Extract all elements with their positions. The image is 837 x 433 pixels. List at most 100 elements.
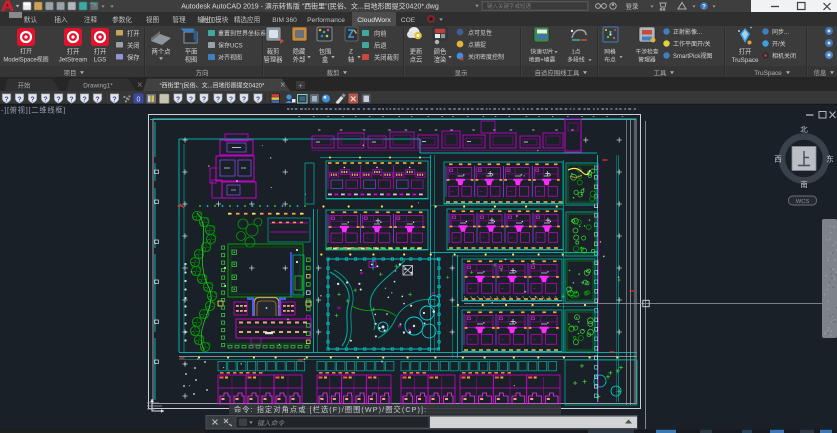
- svg-text:保存UCS: 保存UCS: [218, 42, 243, 50]
- svg-text:快速切片: 快速切片: [530, 48, 553, 56]
- svg-text:布点: 布点: [604, 56, 616, 64]
- svg-text:Z: Z: [349, 49, 353, 56]
- svg-text:?: ?: [216, 96, 220, 103]
- svg-text:打开: 打开: [739, 47, 752, 56]
- svg-text:打开: 打开: [20, 48, 32, 56]
- svg-text:SmartPick视图: SmartPick视图: [673, 52, 712, 60]
- svg-text:网格: 网格: [604, 48, 616, 56]
- svg-text:向前: 向前: [374, 29, 387, 38]
- svg-text:方向: 方向: [196, 68, 209, 77]
- svg-text:北: 北: [800, 125, 808, 134]
- svg-text:点可见性: 点可见性: [468, 29, 492, 37]
- svg-text:重置到世界坐标系: 重置到世界坐标系: [218, 30, 266, 38]
- svg-text:裁剪: 裁剪: [267, 47, 280, 56]
- svg-text:?: ?: [242, 96, 246, 103]
- svg-text:轴: 轴: [348, 55, 354, 64]
- svg-text:参数化: 参数化: [112, 15, 132, 24]
- svg-text:显示: 显示: [455, 69, 468, 77]
- svg-text:WCS: WCS: [796, 199, 810, 205]
- svg-text:平面: 平面: [185, 48, 198, 56]
- svg-text:?: ?: [17, 96, 21, 103]
- svg-text:西: 西: [774, 155, 782, 164]
- svg-text:信息: 信息: [814, 68, 827, 77]
- svg-text:正射影像...: 正射影像...: [673, 28, 702, 36]
- svg-text:打开: 打开: [94, 47, 107, 56]
- svg-text:1点: 1点: [571, 48, 580, 56]
- svg-text:点云: 点云: [410, 56, 423, 64]
- svg-text:工作平面开/关: 工作平面开/关: [673, 40, 711, 48]
- svg-text:打开: 打开: [67, 47, 80, 56]
- svg-text:管理器: 管理器: [638, 56, 656, 64]
- svg-text:插入: 插入: [54, 15, 68, 24]
- svg-text:开/关: 开/关: [772, 40, 786, 48]
- svg-text:?: ?: [229, 96, 233, 103]
- svg-text:点捕捉: 点捕捉: [468, 41, 486, 49]
- svg-text:?: ?: [256, 96, 260, 103]
- svg-text:项目: 项目: [64, 69, 77, 77]
- svg-text:CloudWorx: CloudWorx: [357, 17, 391, 24]
- svg-text:TruSpace: TruSpace: [754, 70, 782, 77]
- svg-text:BIM 360: BIM 360: [272, 17, 297, 24]
- svg-text:干涉检查: 干涉检查: [635, 48, 658, 56]
- svg-text:相机关闭: 相机关闭: [772, 52, 796, 60]
- svg-text:两个点: 两个点: [152, 48, 171, 56]
- svg-text:多段线: 多段线: [567, 56, 585, 64]
- svg-text:LGS: LGS: [94, 57, 107, 64]
- svg-text:COE: COE: [401, 17, 416, 24]
- svg-text:附加模块: 附加模块: [202, 15, 229, 24]
- svg-text:外部: 外部: [293, 55, 306, 64]
- svg-text:东: 东: [826, 154, 834, 164]
- svg-text:Drawing1*: Drawing1*: [83, 82, 113, 89]
- svg-text:“西街里”(民俗、文...目地形图提交0420*: “西街里”(民俗、文...目地形图提交0420*: [160, 81, 265, 89]
- svg-text:?: ?: [189, 96, 193, 103]
- svg-text:保存: 保存: [127, 52, 140, 61]
- svg-text:视图: 视图: [146, 15, 160, 24]
- svg-text:同步...: 同步...: [772, 28, 789, 36]
- svg-text:?: ?: [30, 96, 34, 103]
- svg-text:JetStream: JetStream: [59, 57, 88, 64]
- svg-text:南: 南: [800, 179, 808, 189]
- svg-text:开始: 开始: [18, 80, 31, 89]
- svg-text:注释: 注释: [84, 15, 98, 24]
- svg-text:管理器: 管理器: [264, 55, 284, 64]
- svg-text:?: ?: [202, 96, 206, 103]
- svg-text:管理: 管理: [172, 15, 186, 24]
- svg-text:键入关键字或短语: 键入关键字或短语: [487, 2, 532, 10]
- svg-text:自适应围线工具: 自适应围线工具: [535, 68, 580, 77]
- svg-text:盒: 盒: [322, 55, 329, 64]
- svg-text:裁剪: 裁剪: [327, 68, 340, 77]
- svg-text:对齐视图: 对齐视图: [218, 54, 242, 62]
- svg-text:?: ?: [112, 96, 116, 103]
- svg-text:打开: 打开: [127, 28, 140, 37]
- svg-text:0: 0: [137, 97, 141, 104]
- svg-text:地面+墙露: 地面+墙露: [529, 56, 556, 64]
- svg-text:更新: 更新: [410, 47, 423, 56]
- svg-text:?: ?: [82, 96, 86, 103]
- svg-text:工具: 工具: [654, 69, 667, 77]
- svg-text:Autodesk AutoCAD 2019 - 演示转售版: Autodesk AutoCAD 2019 - 演示转售版 “西街里”(民俗、文…: [181, 2, 439, 11]
- svg-text:?: ?: [702, 5, 706, 11]
- svg-text:命令: 指定对角点或 [栏选(F)/圈围(WP)/圈交(CP: 命令: 指定对角点或 [栏选(F)/圈围(WP)/圈交(CP)]:: [234, 405, 427, 414]
- svg-text:关闭: 关闭: [127, 40, 140, 49]
- svg-text:默认: 默认: [24, 15, 38, 24]
- svg-text:关闭密度控制: 关闭密度控制: [468, 53, 504, 61]
- svg-text:关闭裁剪: 关闭裁剪: [374, 53, 399, 62]
- svg-text:颜色: 颜色: [434, 47, 447, 56]
- svg-text:登录: 登录: [626, 2, 639, 11]
- svg-text:?: ?: [95, 96, 99, 103]
- svg-text:包围: 包围: [319, 47, 332, 56]
- svg-text:-][俯视][二维线框]: -][俯视][二维线框]: [1, 106, 66, 115]
- svg-text:?: ?: [69, 96, 73, 103]
- svg-text:键入命令: 键入命令: [257, 419, 285, 427]
- svg-text:?: ?: [4, 96, 8, 103]
- svg-text:后退: 后退: [374, 41, 387, 50]
- svg-text:视图: 视图: [185, 55, 198, 64]
- svg-text:+: +: [298, 83, 302, 90]
- svg-text:ModelSpace视图: ModelSpace视图: [3, 56, 48, 64]
- svg-text:?: ?: [43, 96, 47, 103]
- svg-text:?: ?: [176, 96, 180, 103]
- svg-text:隐藏: 隐藏: [293, 47, 306, 56]
- svg-text:渲染: 渲染: [434, 55, 447, 64]
- svg-text:精选应用: 精选应用: [234, 15, 260, 24]
- svg-text:TruSpace: TruSpace: [731, 57, 759, 64]
